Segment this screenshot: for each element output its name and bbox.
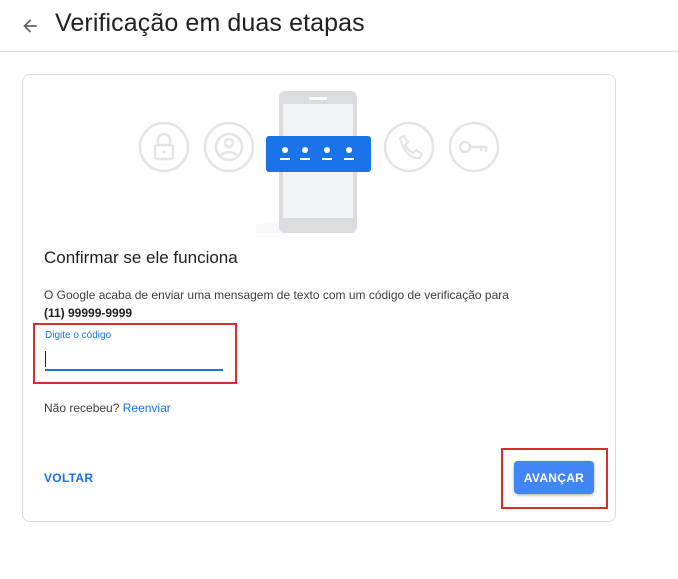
verification-card: Confirmar se ele funciona O Google acaba… <box>22 74 616 522</box>
code-bubble <box>266 136 371 172</box>
account-circle-icon <box>203 121 255 173</box>
description-text: O Google acaba de enviar uma mensagem de… <box>44 288 509 302</box>
phone-verification-illustration <box>138 91 500 233</box>
resend-row: Não recebeu? Reenviar <box>44 401 171 415</box>
page-title: Verificação em duas etapas <box>55 9 365 37</box>
highlight-box-next-button <box>501 448 608 509</box>
highlight-box-code-field <box>33 323 237 384</box>
lock-icon <box>138 121 190 173</box>
resend-prompt: Não recebeu? <box>44 401 123 415</box>
back-link[interactable]: VOLTAR <box>44 471 93 485</box>
phone-icon <box>383 121 435 173</box>
app-header: Verificação em duas etapas <box>0 0 678 52</box>
card-heading: Confirmar se ele funciona <box>44 248 238 267</box>
back-button[interactable] <box>16 12 44 40</box>
resend-link[interactable]: Reenviar <box>123 401 171 415</box>
key-icon <box>448 121 500 173</box>
arrow-back-icon <box>23 19 37 33</box>
phone-number: (11) 99999-9999 <box>44 306 133 320</box>
